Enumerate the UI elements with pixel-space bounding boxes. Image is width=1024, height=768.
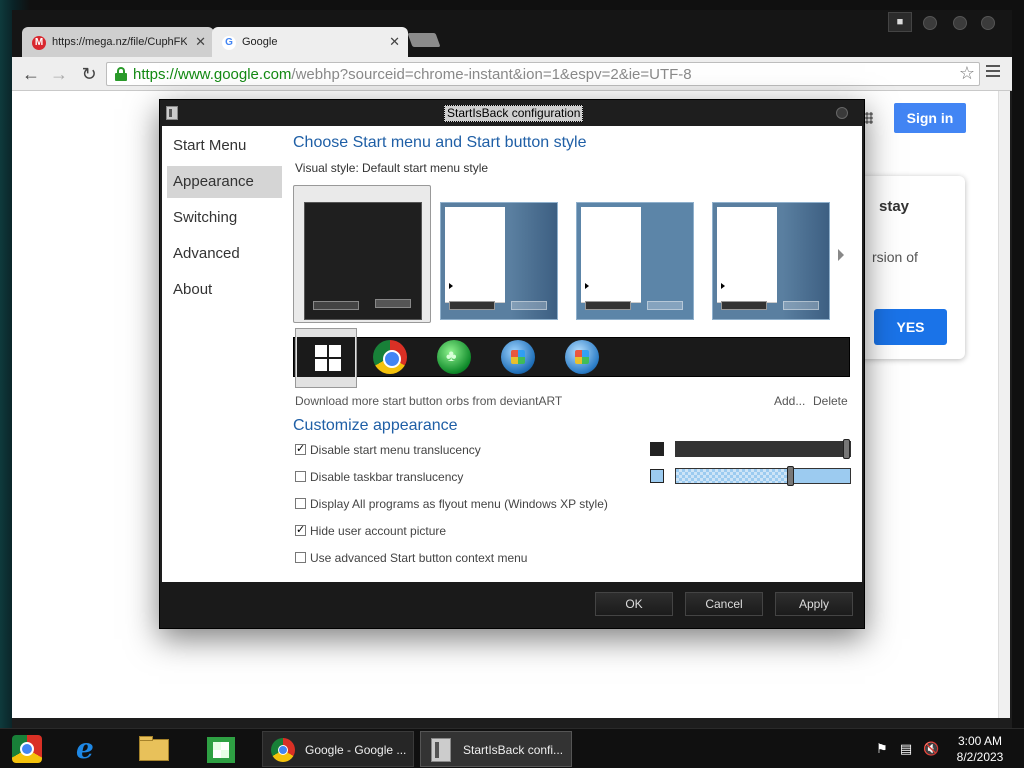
nav-start-menu[interactable]: Start Menu — [167, 130, 282, 162]
visual-style-value: Default start menu style — [362, 161, 489, 175]
lock-icon — [115, 67, 127, 81]
option-label: Disable start menu translucency — [310, 443, 481, 457]
taskbar-opacity-slider[interactable] — [675, 466, 851, 486]
close-window-button[interactable] — [981, 16, 995, 30]
page-scrollbar[interactable] — [998, 91, 1010, 718]
windows8-logo-icon — [315, 345, 341, 371]
slider-thumb[interactable] — [843, 439, 850, 459]
file-explorer-icon[interactable] — [136, 733, 170, 765]
url-text: https://www.google.com/webhp?sourceid=ch… — [133, 66, 692, 83]
option-label: Use advanced Start button context menu — [310, 551, 528, 565]
checkbox-disable-taskbar-translucency[interactable] — [295, 471, 306, 482]
promo-title: stay — [879, 198, 910, 215]
network-icon[interactable]: ▤ — [899, 742, 913, 756]
tab-title: Google — [242, 36, 278, 48]
start-menu-opacity-slider[interactable] — [675, 439, 851, 459]
google-icon: G — [222, 36, 236, 50]
ok-button[interactable]: OK — [595, 592, 673, 616]
reload-icon[interactable]: ↻ — [78, 63, 100, 85]
checkbox-flyout-menu[interactable] — [295, 498, 306, 509]
delete-orb-link[interactable]: Delete — [813, 394, 848, 408]
dialog-body: Start Menu Appearance Switching Advanced… — [162, 126, 862, 582]
task-startisback[interactable]: StartIsBack confi... — [420, 731, 572, 767]
dialog-footer: OK Cancel Apply — [160, 582, 864, 628]
option-label: Disable taskbar translucency — [310, 470, 464, 484]
chrome-menu-icon[interactable] — [986, 65, 1000, 81]
maximize-button[interactable] — [953, 16, 967, 30]
orb-windows7-icon[interactable] — [501, 340, 535, 374]
nav-advanced[interactable]: Advanced — [167, 238, 282, 270]
nav-about[interactable]: About — [167, 274, 282, 306]
option-label: Display All programs as flyout menu (Win… — [310, 497, 608, 511]
chrome-icon — [271, 738, 295, 762]
style-thumbnail-3[interactable] — [576, 202, 694, 320]
taskbar-color-swatch[interactable] — [650, 469, 664, 483]
orb-vista-icon[interactable] — [565, 340, 599, 374]
new-tab-button[interactable] — [407, 33, 441, 47]
visual-style-label: Visual style: — [295, 161, 359, 175]
section-title-customize: Customize appearance — [293, 417, 458, 434]
style-thumbnail-2[interactable] — [440, 202, 558, 320]
nav-switching[interactable]: Switching — [167, 202, 282, 234]
slider-thumb[interactable] — [787, 466, 794, 486]
startisback-icon — [431, 738, 451, 762]
volume-muted-icon[interactable]: 🔇 — [923, 742, 939, 756]
orb-chrome-icon[interactable] — [373, 340, 407, 374]
task-chrome[interactable]: Google - Google ... — [262, 731, 414, 767]
nav-appearance[interactable]: Appearance — [167, 166, 282, 198]
address-bar[interactable]: https://www.google.com/webhp?sourceid=ch… — [106, 62, 980, 86]
startisback-dialog: StartIsBack configuration Start Menu App… — [159, 99, 865, 629]
back-arrow-icon[interactable]: ← — [20, 63, 42, 85]
dialog-close-button[interactable] — [836, 107, 848, 119]
minimize-button[interactable] — [923, 16, 937, 30]
mega-icon: M — [32, 36, 46, 50]
system-clock[interactable]: 3:00 AM 8/2/2023 — [950, 733, 1010, 765]
add-orb-link[interactable]: Add... — [774, 394, 805, 408]
style-thumbnail-4[interactable] — [712, 202, 830, 320]
task-label: Google - Google ... — [305, 743, 407, 757]
orb-windows8-selected[interactable] — [295, 328, 357, 388]
close-tab-icon[interactable]: ✕ — [195, 34, 206, 50]
promo-text: rsion of — [872, 249, 918, 265]
checkbox-advanced-context-menu[interactable] — [295, 552, 306, 563]
start-menu-color-swatch[interactable] — [650, 442, 664, 456]
flag-icon[interactable]: ⚑ — [875, 742, 889, 756]
checkbox-hide-user-picture[interactable]: ✓ — [295, 525, 306, 536]
clock-time: 3:00 AM — [957, 734, 1003, 748]
section-title-style: Choose Start menu and Start button style — [293, 134, 587, 151]
taskbar: e Google - Google ... StartIsBack confi.… — [0, 728, 1024, 768]
bookmark-star-icon[interactable]: ☆ — [959, 63, 975, 84]
task-label: StartIsBack confi... — [463, 743, 564, 757]
checkbox-disable-start-translucency[interactable]: ✓ — [295, 444, 306, 455]
internet-explorer-icon[interactable]: e — [72, 733, 106, 765]
startisback-icon — [166, 106, 178, 120]
store-icon[interactable] — [204, 733, 238, 765]
scroll-right-icon[interactable] — [838, 249, 844, 261]
orb-shamrock-icon[interactable]: ♣ — [437, 340, 471, 374]
yes-button[interactable]: YES — [874, 309, 947, 345]
cancel-button[interactable]: Cancel — [685, 592, 763, 616]
forward-arrow-icon[interactable]: → — [48, 63, 70, 85]
tab-title: https://mega.nz/file/CuphFKS — [52, 36, 187, 48]
profile-icon[interactable]: ■ — [888, 12, 912, 32]
dialog-title: StartIsBack configuration — [444, 105, 584, 122]
browser-toolbar: ← → ↻ https://www.google.com/webhp?sourc… — [12, 57, 1012, 91]
clock-date: 8/2/2023 — [956, 750, 1004, 764]
chrome-titlebar: ■ M https://mega.nz/file/CuphFKS ✕ G Goo… — [12, 10, 1012, 59]
apply-button[interactable]: Apply — [775, 592, 853, 616]
tab-mega[interactable]: M https://mega.nz/file/CuphFKS ✕ — [22, 27, 214, 59]
option-label: Hide user account picture — [310, 524, 447, 538]
dialog-titlebar[interactable]: StartIsBack configuration — [160, 100, 864, 126]
sign-in-button[interactable]: Sign in — [894, 103, 966, 133]
startisback-orb-icon[interactable] — [10, 733, 44, 765]
style-thumbnail-default[interactable] — [304, 202, 422, 320]
close-tab-icon[interactable]: ✕ — [389, 34, 400, 50]
tab-google[interactable]: G Google ✕ — [212, 27, 408, 59]
download-orbs-link[interactable]: Download more start button orbs from dev… — [295, 394, 562, 408]
